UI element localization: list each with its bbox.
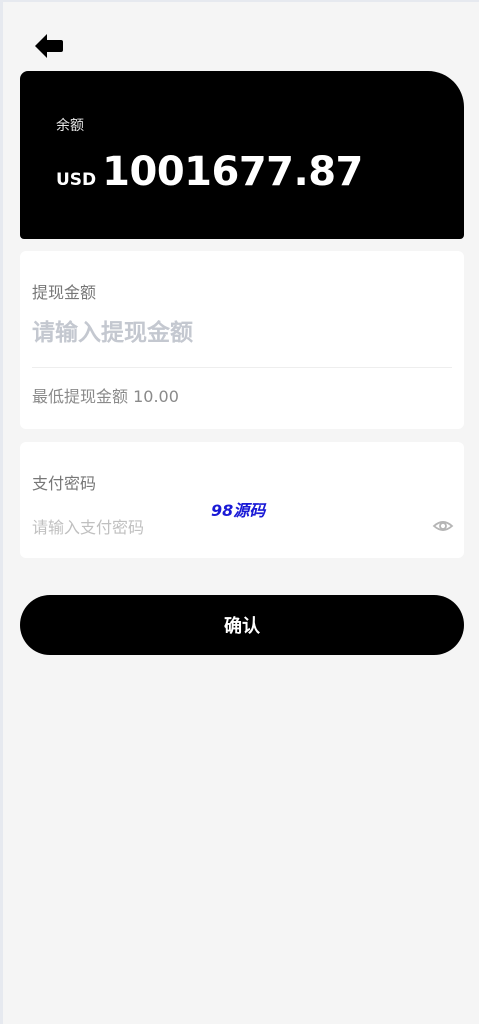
withdraw-amount-label: 提现金额 [32, 283, 97, 302]
min-withdraw-text: 最低提现金额 10.00 [32, 387, 179, 406]
show-password-toggle[interactable] [432, 515, 454, 537]
eye-icon [432, 521, 454, 531]
withdraw-amount-input[interactable] [32, 313, 452, 353]
balance-label: 余额 [56, 118, 84, 134]
payment-password-label: 支付密码 [32, 474, 97, 493]
confirm-button[interactable]: 确认 [20, 595, 464, 655]
balance-card: 余额 USD 1001677.87 [20, 71, 464, 239]
watermark-text: 98源码 [211, 501, 266, 520]
currency-code: USD [56, 170, 97, 190]
balance-amount: 1001677.87 [102, 149, 363, 195]
arrow-left-icon [35, 34, 63, 58]
withdraw-amount-panel: 提现金额 最低提现金额 10.00 [20, 251, 464, 429]
withdraw-page: 余额 USD 1001677.87 提现金额 最低提现金额 10.00 支付密码… [0, 0, 479, 1024]
balance-row: USD 1001677.87 [56, 149, 363, 195]
back-button[interactable] [31, 28, 67, 64]
divider [32, 367, 452, 368]
